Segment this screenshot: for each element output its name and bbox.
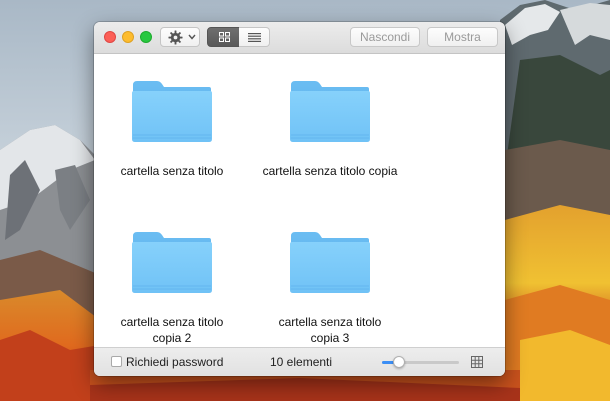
folder-item[interactable]: cartella senza titolo copia <box>255 79 405 179</box>
finder-window: Nascondi Mostra cartella senza titolo ca… <box>94 22 505 376</box>
status-bar: Richiedi password 10 elementi <box>94 347 505 376</box>
folder-icon <box>289 80 371 143</box>
item-count: 10 elementi <box>270 355 333 369</box>
folder-name: cartella senza titolo copia 2 <box>120 315 224 345</box>
list-view-button[interactable] <box>239 27 270 47</box>
file-grid: cartella senza titolo cartella senza tit… <box>94 54 505 347</box>
window-toolbar: Nascondi Mostra <box>94 22 505 54</box>
maximize-window-button[interactable] <box>140 31 152 43</box>
hide-button[interactable]: Nascondi <box>350 27 420 47</box>
folder-item[interactable]: cartella senza titolo <box>97 79 247 179</box>
minimize-window-button[interactable] <box>122 31 134 43</box>
chevron-down-icon <box>188 34 196 40</box>
folder-icon <box>131 80 213 143</box>
action-menu-button[interactable] <box>160 27 200 47</box>
folder-name: cartella senza titolo copia 3 <box>278 315 382 345</box>
folder-icon <box>131 231 213 294</box>
folder-name: cartella senza titolo copia <box>262 164 398 178</box>
icon-view-icon <box>219 32 230 42</box>
folder-name: cartella senza titolo <box>120 164 224 178</box>
close-window-button[interactable] <box>104 31 116 43</box>
icon-view-button[interactable] <box>207 27 240 47</box>
folder-icon <box>289 231 371 294</box>
folder-item[interactable]: cartella senza titolo copia 2 <box>97 230 247 346</box>
folder-item[interactable]: cartella senza titolo copia 3 <box>255 230 405 346</box>
slider-knob[interactable] <box>392 356 405 368</box>
list-view-icon <box>248 33 261 42</box>
show-button[interactable]: Mostra <box>427 27 498 47</box>
gear-icon <box>168 30 183 45</box>
large-icons-icon <box>471 356 483 368</box>
password-checkbox[interactable] <box>111 356 122 367</box>
icon-size-slider[interactable] <box>382 356 459 368</box>
password-checkbox-label[interactable]: Richiedi password <box>126 355 223 369</box>
